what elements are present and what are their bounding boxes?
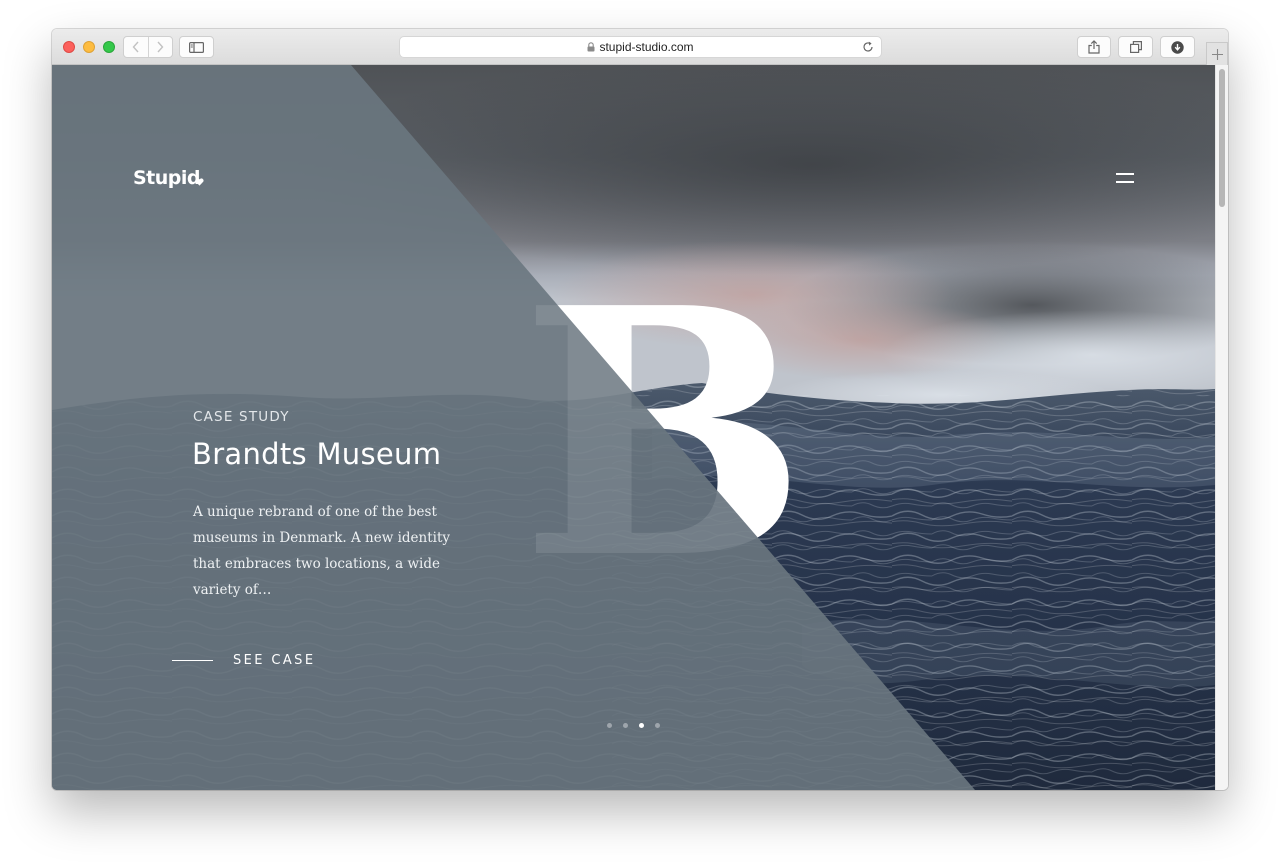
scrollbar-thumb[interactable] <box>1219 69 1225 207</box>
slider-dot-3[interactable] <box>639 723 644 728</box>
see-case-label: SEE CASE <box>233 652 316 668</box>
see-case-link[interactable]: SEE CASE <box>172 651 315 669</box>
slider-dot-2[interactable] <box>623 723 628 728</box>
share-icon <box>1088 40 1100 54</box>
downloads-button[interactable] <box>1160 36 1195 58</box>
monogram-letter: B B <box>520 235 807 634</box>
new-tab-button[interactable] <box>1206 42 1228 65</box>
logo-text: Stupid <box>133 167 201 189</box>
address-bar[interactable]: stupid-studio.com <box>399 36 882 58</box>
lock-icon <box>587 42 595 52</box>
sidebar-icon <box>189 41 204 53</box>
cta-line <box>172 659 213 661</box>
forward-icon <box>157 41 164 53</box>
new-tab-icon <box>1211 48 1223 60</box>
browser-toolbar: stupid-studio.com <box>52 29 1228 65</box>
slider-pagination <box>607 723 663 731</box>
vertical-scrollbar[interactable] <box>1215 65 1228 790</box>
project-title: Brandts Museum <box>192 437 442 471</box>
download-icon <box>1171 40 1184 54</box>
close-window-button[interactable] <box>63 41 75 53</box>
logo-heart-icon <box>195 178 204 186</box>
tabs-icon <box>1129 41 1142 53</box>
slider-dot-4[interactable] <box>655 723 660 728</box>
tab-overview-button[interactable] <box>1118 36 1153 58</box>
zoom-window-button[interactable] <box>103 41 115 53</box>
hero-background: B B <box>52 65 1215 790</box>
case-study-label: CASE STUDY <box>193 409 290 425</box>
back-button[interactable] <box>124 37 148 57</box>
site-logo[interactable]: Stupid <box>133 167 201 189</box>
page-viewport: B B Stupid CASE STUDY Brandts Museum A u… <box>52 65 1228 790</box>
share-button[interactable] <box>1077 36 1111 58</box>
slider-dot-1[interactable] <box>607 723 612 728</box>
menu-bar-top <box>1116 173 1134 175</box>
browser-window: stupid-studio.com B Stupid CASE STUDY Br… <box>52 29 1228 790</box>
minimize-window-button[interactable] <box>83 41 95 53</box>
menu-bar-bottom <box>1116 181 1134 183</box>
forward-button[interactable] <box>147 37 172 57</box>
project-description: A unique rebrand of one of the best muse… <box>193 504 451 598</box>
hero-section: B B Stupid CASE STUDY Brandts Museum A u… <box>52 65 1215 790</box>
reload-icon[interactable] <box>862 41 874 53</box>
address-text: stupid-studio.com <box>599 40 694 54</box>
hamburger-menu-icon[interactable] <box>1116 173 1134 185</box>
navigation-buttons <box>123 36 173 58</box>
back-icon <box>132 41 139 53</box>
show-sidebar-button[interactable] <box>179 36 214 58</box>
